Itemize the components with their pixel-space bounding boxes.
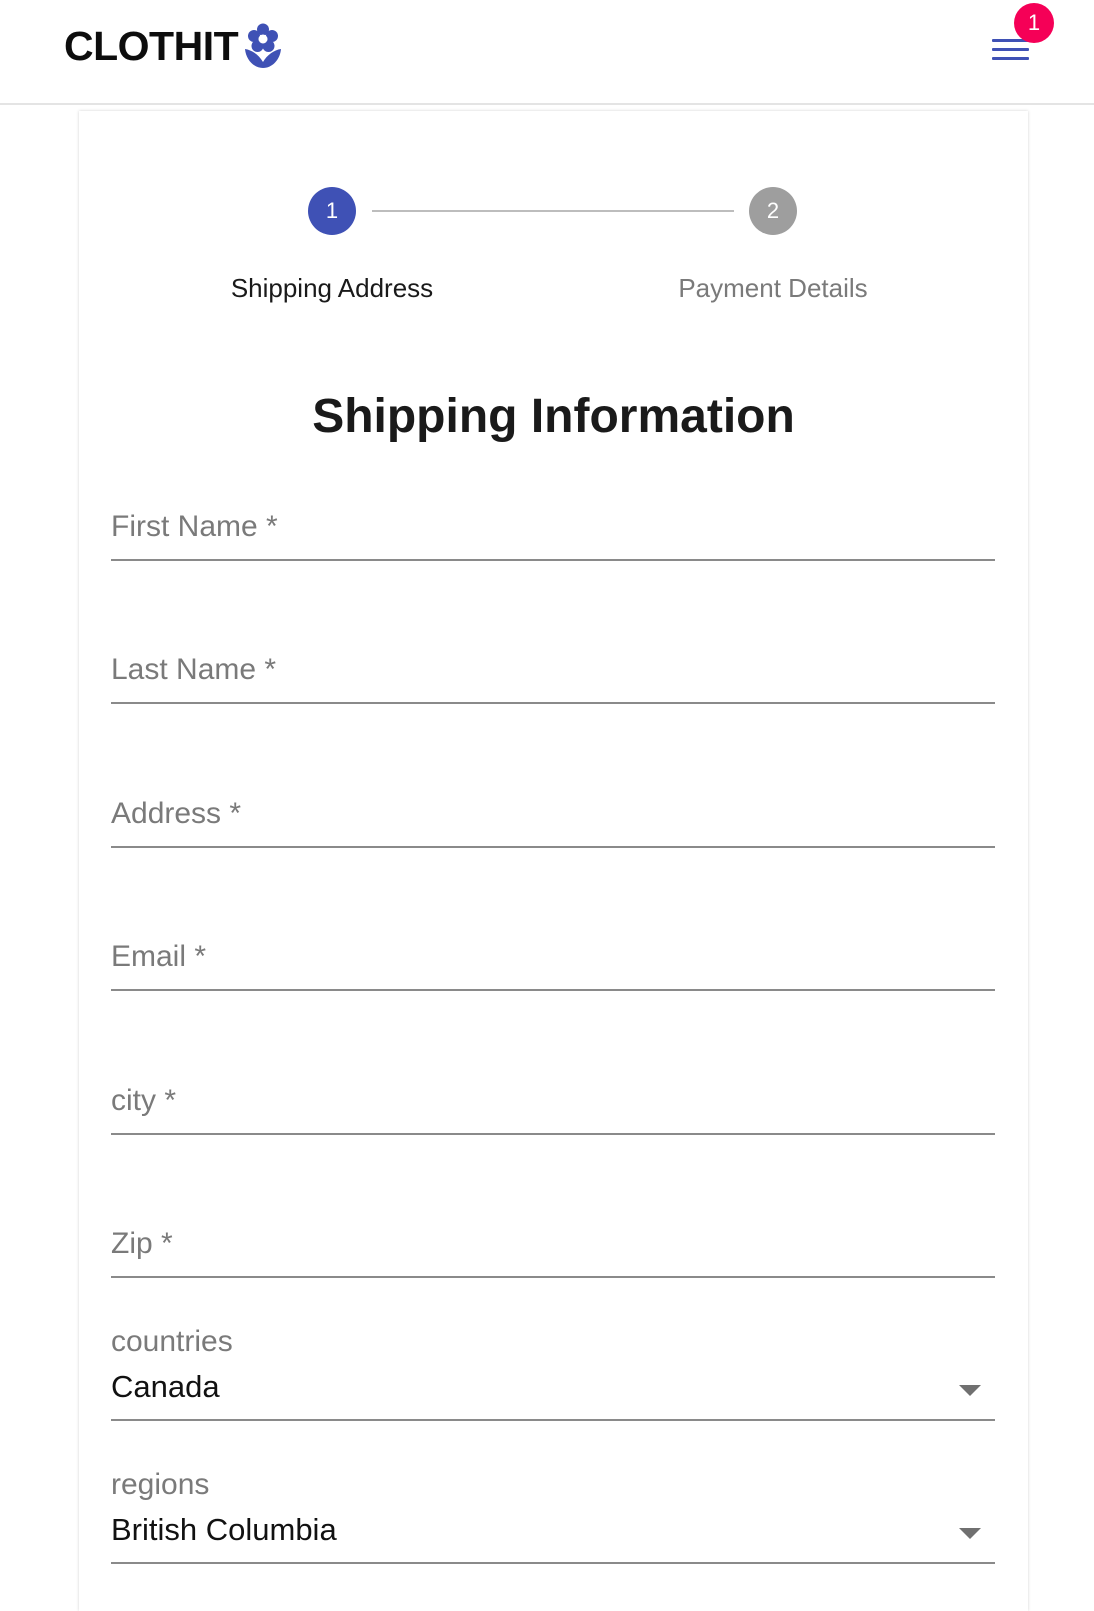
email-field[interactable]: Email * xyxy=(111,921,995,991)
last-name-label: Last Name * xyxy=(111,653,277,686)
city-field[interactable]: city * xyxy=(111,1065,995,1135)
address-field[interactable]: Address * xyxy=(111,778,995,848)
step-1-indicator[interactable]: 1 xyxy=(308,187,356,235)
hamburger-bar xyxy=(992,57,1029,60)
step-2-indicator[interactable]: 2 xyxy=(749,187,797,235)
regions-selected-value: British Columbia xyxy=(111,1512,337,1547)
zip-label: Zip * xyxy=(111,1227,173,1260)
countries-selected-value: Canada xyxy=(111,1369,220,1404)
regions-label: regions xyxy=(111,1468,210,1501)
step-1-label[interactable]: Shipping Address xyxy=(172,271,492,305)
form-title: Shipping Information xyxy=(312,390,795,443)
address-label: Address * xyxy=(111,797,242,830)
dropdown-arrow-icon[interactable] xyxy=(959,1528,981,1539)
brand-logo[interactable]: CLOTHIT xyxy=(64,22,283,70)
cart-count-badge: 1 xyxy=(1014,3,1054,43)
countries-label: countries xyxy=(111,1325,233,1358)
step-connector xyxy=(372,210,734,212)
last-name-field[interactable]: Last Name * xyxy=(111,634,995,704)
flower-icon xyxy=(245,23,282,68)
first-name-field[interactable]: First Name * xyxy=(111,491,995,561)
checkout-card: 1 2 Shipping Address Payment Details Shi… xyxy=(79,111,1028,1611)
email-label: Email * xyxy=(111,940,207,973)
city-label: city * xyxy=(111,1084,177,1117)
first-name-label: First Name * xyxy=(111,510,278,543)
brand-name: CLOTHIT xyxy=(64,23,239,69)
step-2-label[interactable]: Payment Details xyxy=(613,271,933,305)
regions-select[interactable]: regions British Columbia xyxy=(111,1462,995,1564)
hamburger-bar xyxy=(992,48,1029,51)
dropdown-arrow-icon[interactable] xyxy=(959,1385,981,1396)
app-header: CLOTHIT 1 xyxy=(0,0,1094,105)
countries-select[interactable]: countries Canada xyxy=(111,1319,995,1421)
zip-field[interactable]: Zip * xyxy=(111,1208,995,1278)
